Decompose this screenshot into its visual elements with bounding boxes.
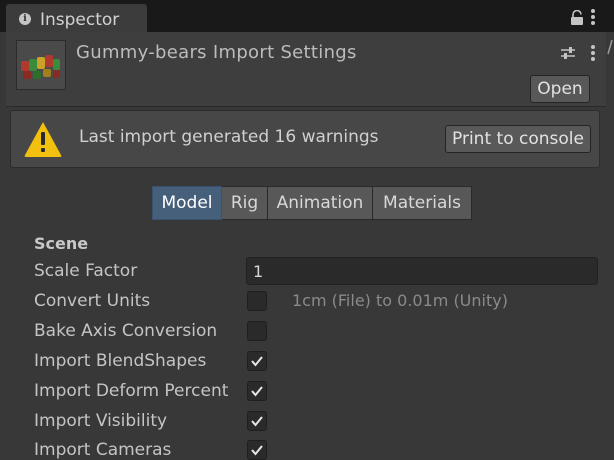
tab-rig[interactable]: Rig [222,186,268,220]
scale-factor-field[interactable]: 1 [246,257,598,285]
scale-factor-label: Scale Factor [34,261,138,281]
import-blendshapes-checkbox[interactable] [247,351,267,371]
import-blendshapes-label: Import BlendShapes [34,351,207,371]
tab-animation[interactable]: Animation [268,186,373,220]
import-deform-label: Import Deform Percent [34,381,229,401]
tab-materials[interactable]: Materials [373,186,472,220]
tab-title: Inspector [40,10,120,30]
settings-sliders-icon[interactable] [560,45,576,61]
open-button[interactable]: Open [530,75,590,103]
import-visibility-checkbox[interactable] [247,411,267,431]
section-scene-title: Scene [34,234,89,253]
convert-units-label: Convert Units [34,291,151,311]
scrollbar-arrow-icon [607,39,613,55]
warning-helpbox: Last import generated 16 warnings Print … [10,110,600,168]
import-cameras-checkbox[interactable] [247,440,267,460]
convert-units-hint: 1cm (File) to 0.01m (Unity) [292,291,508,310]
tab-inspector[interactable]: i Inspector [6,4,147,32]
convert-units-checkbox[interactable] [247,291,267,311]
bake-axis-label: Bake Axis Conversion [34,321,218,341]
info-icon: i [19,13,31,25]
window-tab-bar: i Inspector [0,0,614,32]
lock-icon[interactable] [570,10,584,26]
bake-axis-checkbox[interactable] [247,321,267,341]
import-deform-checkbox[interactable] [247,381,267,401]
checkmark-icon [251,386,263,397]
checkmark-icon [251,416,263,427]
kebab-menu-icon[interactable] [590,44,596,62]
header-title: Gummy-bears Import Settings [76,42,357,63]
checkmark-icon [251,356,263,367]
warning-icon [24,122,62,157]
asset-thumbnail [16,40,66,90]
import-visibility-label: Import Visibility [34,411,168,431]
warning-message: Last import generated 16 warnings [79,127,379,147]
kebab-menu-icon[interactable] [590,8,596,26]
checkmark-icon [251,445,263,456]
tab-model[interactable]: Model [152,186,222,220]
import-cameras-label: Import Cameras [34,440,172,460]
import-settings-header: Gummy-bears Import Settings Open [6,32,606,107]
print-to-console-button[interactable]: Print to console [445,125,591,153]
importer-tabs: Model Rig Animation Materials [152,186,472,220]
